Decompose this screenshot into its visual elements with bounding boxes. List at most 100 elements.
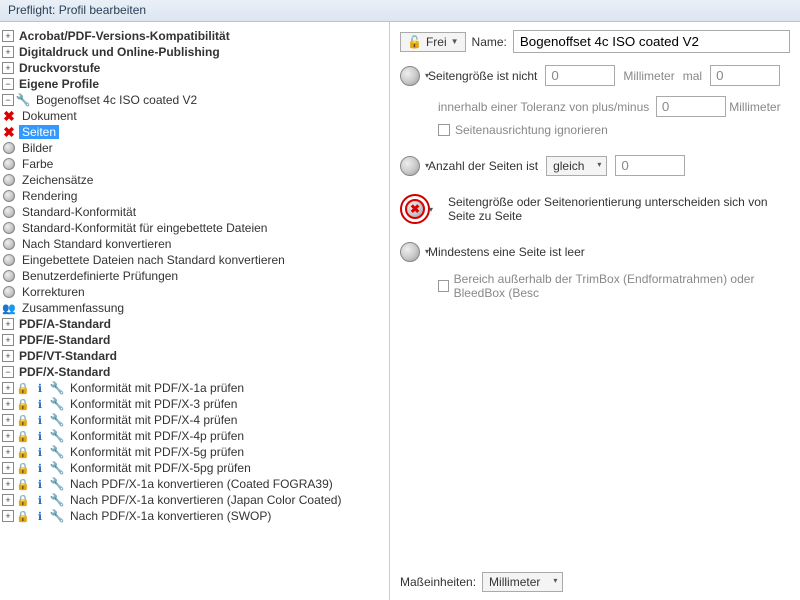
setting-label: Seitengröße ist nicht bbox=[428, 69, 537, 83]
info-icon: ℹ bbox=[33, 461, 47, 475]
expand-icon[interactable]: + bbox=[2, 334, 14, 346]
profile-settings-panel: 🔓 Frei ▼ Name: Seitengröße ist nicht Mil… bbox=[390, 22, 800, 600]
info-icon: ℹ bbox=[33, 413, 47, 427]
collapse-icon[interactable]: − bbox=[2, 78, 14, 90]
expand-icon[interactable]: + bbox=[2, 510, 14, 522]
lock-state-dropdown[interactable]: 🔓 Frei ▼ bbox=[400, 32, 466, 52]
tree-item-embedded-konvertieren[interactable]: Eingebettete Dateien nach Standard konve… bbox=[2, 252, 387, 268]
info-icon: ℹ bbox=[33, 509, 47, 523]
expand-icon[interactable]: + bbox=[2, 382, 14, 394]
tree-item-std-konformitaet[interactable]: Standard-Konformität bbox=[2, 204, 387, 220]
window-title: Preflight: Profil bearbeiten bbox=[0, 0, 800, 22]
tree-item-pdfa[interactable]: +PDF/A-Standard bbox=[2, 316, 387, 332]
tree-item-acrobat[interactable]: +Acrobat/PDF-Versions-Kompatibilität bbox=[2, 28, 387, 44]
tree-item-druckvorstufe[interactable]: +Druckvorstufe bbox=[2, 60, 387, 76]
dot-icon bbox=[3, 174, 15, 186]
dot-icon bbox=[3, 254, 15, 266]
info-icon: ℹ bbox=[33, 429, 47, 443]
lock-icon: 🔒 bbox=[16, 477, 30, 491]
summary-icon: 👥 bbox=[2, 301, 16, 315]
error-icon: ✖ bbox=[2, 109, 16, 123]
tree-item-benutzerdef[interactable]: Benutzerdefinierte Prüfungen bbox=[2, 268, 387, 284]
tree-item-nach-std-konvertieren[interactable]: Nach Standard konvertieren bbox=[2, 236, 387, 252]
tree-item-bilder[interactable]: Bilder bbox=[2, 140, 387, 156]
wrench-icon: 🔧 bbox=[50, 461, 64, 475]
units-label: Maßeinheiten: bbox=[400, 575, 476, 589]
expand-icon[interactable]: + bbox=[2, 414, 14, 426]
wrench-icon: 🔧 bbox=[50, 397, 64, 411]
profile-name-input[interactable] bbox=[513, 30, 790, 53]
collapse-icon[interactable]: − bbox=[2, 94, 14, 106]
wrench-icon: 🔧 bbox=[50, 509, 64, 523]
profile-tree: +Acrobat/PDF-Versions-Kompatibilität +Di… bbox=[0, 22, 390, 600]
expand-icon[interactable]: + bbox=[2, 46, 14, 58]
tree-item-seiten[interactable]: ✖Seiten bbox=[2, 124, 387, 140]
lock-icon: 🔒 bbox=[16, 397, 30, 411]
tree-item-digitaldruck[interactable]: +Digitaldruck und Online-Publishing bbox=[2, 44, 387, 60]
lock-icon: 🔒 bbox=[16, 381, 30, 395]
trimbox-checkbox[interactable] bbox=[438, 280, 449, 292]
expand-icon[interactable]: + bbox=[2, 30, 14, 42]
info-icon: ℹ bbox=[33, 493, 47, 507]
lock-icon: 🔒 bbox=[16, 461, 30, 475]
tree-item-pdfx-5g[interactable]: +🔒ℹ🔧Konformität mit PDF/X-5g prüfen bbox=[2, 444, 387, 460]
dot-icon bbox=[3, 142, 15, 154]
lock-icon: 🔒 bbox=[16, 493, 30, 507]
tree-item-pdfx[interactable]: −PDF/X-Standard bbox=[2, 364, 387, 380]
tree-item-pdfx-4p[interactable]: +🔒ℹ🔧Konformität mit PDF/X-4p prüfen bbox=[2, 428, 387, 444]
tree-item-pdfx-4[interactable]: +🔒ℹ🔧Konformität mit PDF/X-4 prüfen bbox=[2, 412, 387, 428]
expand-icon[interactable]: + bbox=[2, 494, 14, 506]
tree-item-pdfe[interactable]: +PDF/E-Standard bbox=[2, 332, 387, 348]
expand-icon[interactable]: + bbox=[2, 318, 14, 330]
info-icon: ℹ bbox=[33, 477, 47, 491]
wrench-icon: 🔧 bbox=[50, 413, 64, 427]
expand-icon[interactable]: + bbox=[2, 398, 14, 410]
expand-icon[interactable]: + bbox=[2, 62, 14, 74]
severity-toggle-error[interactable]: ✖ bbox=[405, 199, 425, 219]
tree-item-pdfx-5pg[interactable]: +🔒ℹ🔧Konformität mit PDF/X-5pg prüfen bbox=[2, 460, 387, 476]
tree-item-zusammenfassung[interactable]: 👥Zusammenfassung bbox=[2, 300, 387, 316]
tree-item-pdfx-3[interactable]: +🔒ℹ🔧Konformität mit PDF/X-3 prüfen bbox=[2, 396, 387, 412]
tree-item-pdfx-convert-japan[interactable]: +🔒ℹ🔧Nach PDF/X-1a konvertieren (Japan Co… bbox=[2, 492, 387, 508]
dot-icon bbox=[3, 190, 15, 202]
expand-icon[interactable]: + bbox=[2, 478, 14, 490]
tree-item-korrekturen[interactable]: Korrekturen bbox=[2, 284, 387, 300]
chevron-down-icon: ▼ bbox=[451, 37, 459, 46]
setting-label: Anzahl der Seiten ist bbox=[428, 159, 538, 173]
severity-toggle[interactable] bbox=[400, 156, 420, 176]
error-icon: ✖ bbox=[2, 125, 16, 139]
collapse-icon[interactable]: − bbox=[2, 366, 14, 378]
tree-item-std-konformitaet-embedded[interactable]: Standard-Konformität für eingebettete Da… bbox=[2, 220, 387, 236]
tree-item-rendering[interactable]: Rendering bbox=[2, 188, 387, 204]
severity-toggle[interactable] bbox=[400, 242, 420, 262]
tolerance-input[interactable] bbox=[656, 96, 726, 117]
ignore-orientation-checkbox[interactable] bbox=[438, 124, 450, 136]
expand-icon[interactable]: + bbox=[2, 430, 14, 442]
tree-item-pdfx-1a[interactable]: +🔒ℹ🔧Konformität mit PDF/X-1a prüfen bbox=[2, 380, 387, 396]
tree-item-pdfx-convert-fogra[interactable]: +🔒ℹ🔧Nach PDF/X-1a konvertieren (Coated F… bbox=[2, 476, 387, 492]
dot-icon bbox=[3, 270, 15, 282]
tree-item-zeichensaetze[interactable]: Zeichensätze bbox=[2, 172, 387, 188]
tree-item-eigene-profile[interactable]: −Eigene Profile bbox=[2, 76, 387, 92]
tree-item-bogenoffset[interactable]: −🔧Bogenoffset 4c ISO coated V2 bbox=[2, 92, 387, 108]
tree-item-farbe[interactable]: Farbe bbox=[2, 156, 387, 172]
page-count-input[interactable] bbox=[615, 155, 685, 176]
tree-item-pdfx-convert-swop[interactable]: +🔒ℹ🔧Nach PDF/X-1a konvertieren (SWOP) bbox=[2, 508, 387, 524]
wrench-icon: 🔧 bbox=[50, 493, 64, 507]
checkbox-label: Bereich außerhalb der TrimBox (Endformat… bbox=[454, 272, 790, 300]
expand-icon[interactable]: + bbox=[2, 462, 14, 474]
wrench-icon: 🔧 bbox=[16, 93, 30, 107]
expand-icon[interactable]: + bbox=[2, 446, 14, 458]
severity-toggle[interactable] bbox=[400, 66, 420, 86]
width-input[interactable] bbox=[545, 65, 615, 86]
tree-item-dokument[interactable]: ✖Dokument bbox=[2, 108, 387, 124]
expand-icon[interactable]: + bbox=[2, 350, 14, 362]
height-input[interactable] bbox=[710, 65, 780, 86]
comparison-dropdown[interactable]: gleich bbox=[546, 156, 607, 176]
tree-item-pdfvt[interactable]: +PDF/VT-Standard bbox=[2, 348, 387, 364]
setting-label: Mindestens eine Seite ist leer bbox=[428, 245, 585, 259]
units-dropdown[interactable]: Millimeter bbox=[482, 572, 563, 592]
wrench-icon: 🔧 bbox=[50, 477, 64, 491]
unlock-icon: 🔓 bbox=[407, 35, 422, 49]
setting-label: Seitengröße oder Seitenorientierung unte… bbox=[448, 195, 790, 223]
